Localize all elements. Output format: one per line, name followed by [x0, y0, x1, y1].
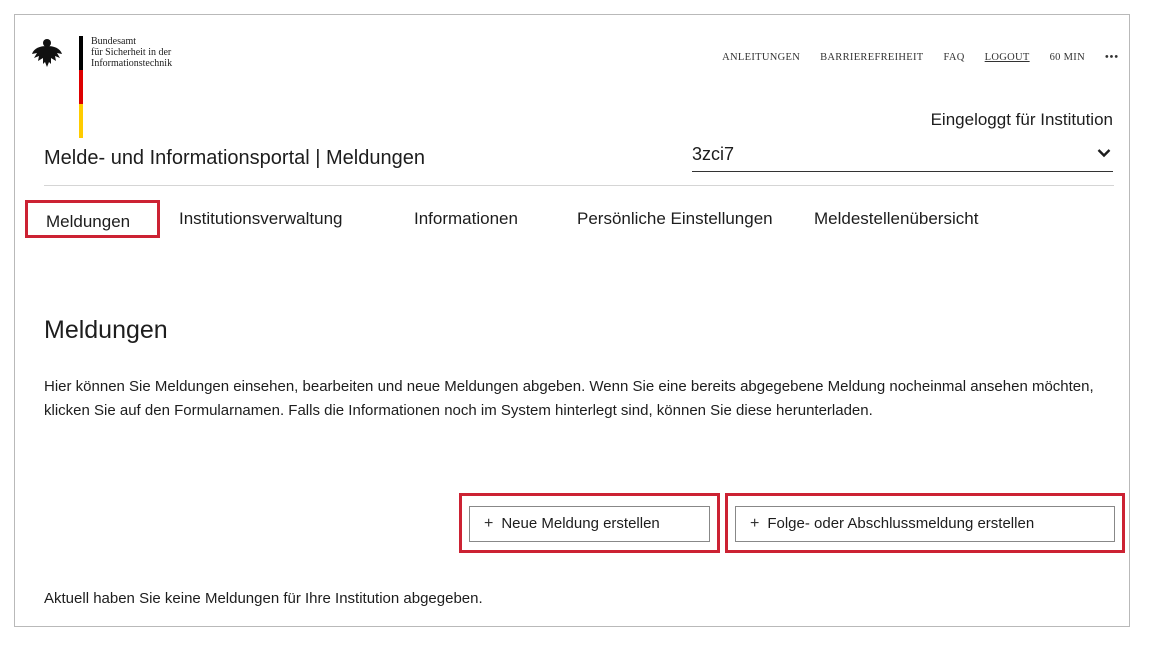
institution-select[interactable]: 3zci7	[692, 144, 1113, 172]
federal-eagle-icon	[32, 39, 62, 67]
logo-text: Bundesamt für Sicherheit in der Informat…	[91, 36, 173, 69]
chevron-down-icon	[1097, 149, 1111, 158]
faq-link[interactable]: FAQ	[944, 52, 965, 63]
more-menu-icon[interactable]: •••	[1105, 52, 1119, 63]
new-report-button-label: Neue Meldung erstellen	[501, 515, 660, 532]
no-reports-message: Aktuell haben Sie keine Meldungen für Ih…	[44, 590, 483, 607]
followup-report-button[interactable]: + Folge- oder Abschlussmeldung erstellen	[735, 506, 1115, 542]
logged-in-label: Eingeloggt für Institution	[930, 110, 1113, 129]
nav-item-persoenliche-einstellungen[interactable]: Persönliche Einstellungen	[577, 200, 773, 238]
header-divider	[44, 185, 1114, 186]
new-report-button[interactable]: + Neue Meldung erstellen	[469, 506, 710, 542]
plus-icon: +	[484, 515, 494, 532]
institution-select-value: 3zci7	[692, 144, 735, 164]
nav-item-informationen[interactable]: Informationen	[414, 200, 518, 238]
new-report-highlight: + Neue Meldung erstellen	[459, 493, 720, 553]
page-title: Meldungen	[44, 316, 168, 344]
intro-text: Hier können Sie Meldungen einsehen, bear…	[44, 378, 1094, 419]
followup-report-highlight: + Folge- oder Abschlussmeldung erstellen	[725, 493, 1125, 553]
nav-item-institutionsverwaltung[interactable]: Institutionsverwaltung	[179, 200, 342, 238]
session-timer: 60 MIN	[1049, 52, 1085, 63]
portal-title: Melde- und Informationsportal | Meldunge…	[44, 147, 425, 169]
plus-icon: +	[750, 515, 760, 532]
followup-report-button-label: Folge- oder Abschlussmeldung erstellen	[767, 515, 1035, 532]
top-navigation: ANLEITUNGEN BARRIEREFREIHEIT FAQ LOGOUT …	[722, 52, 1119, 63]
logout-link[interactable]: LOGOUT	[985, 52, 1030, 63]
flag-stripe	[79, 36, 83, 138]
anleitungen-link[interactable]: ANLEITUNGEN	[722, 52, 800, 63]
nav-item-meldestellenuebersicht[interactable]: Meldestellenübersicht	[814, 200, 978, 238]
barrierefreiheit-link[interactable]: BARRIEREFREIHEIT	[820, 52, 923, 63]
nav-item-meldungen[interactable]: Meldungen	[25, 200, 160, 238]
nav-item-label: Meldungen	[46, 212, 131, 231]
